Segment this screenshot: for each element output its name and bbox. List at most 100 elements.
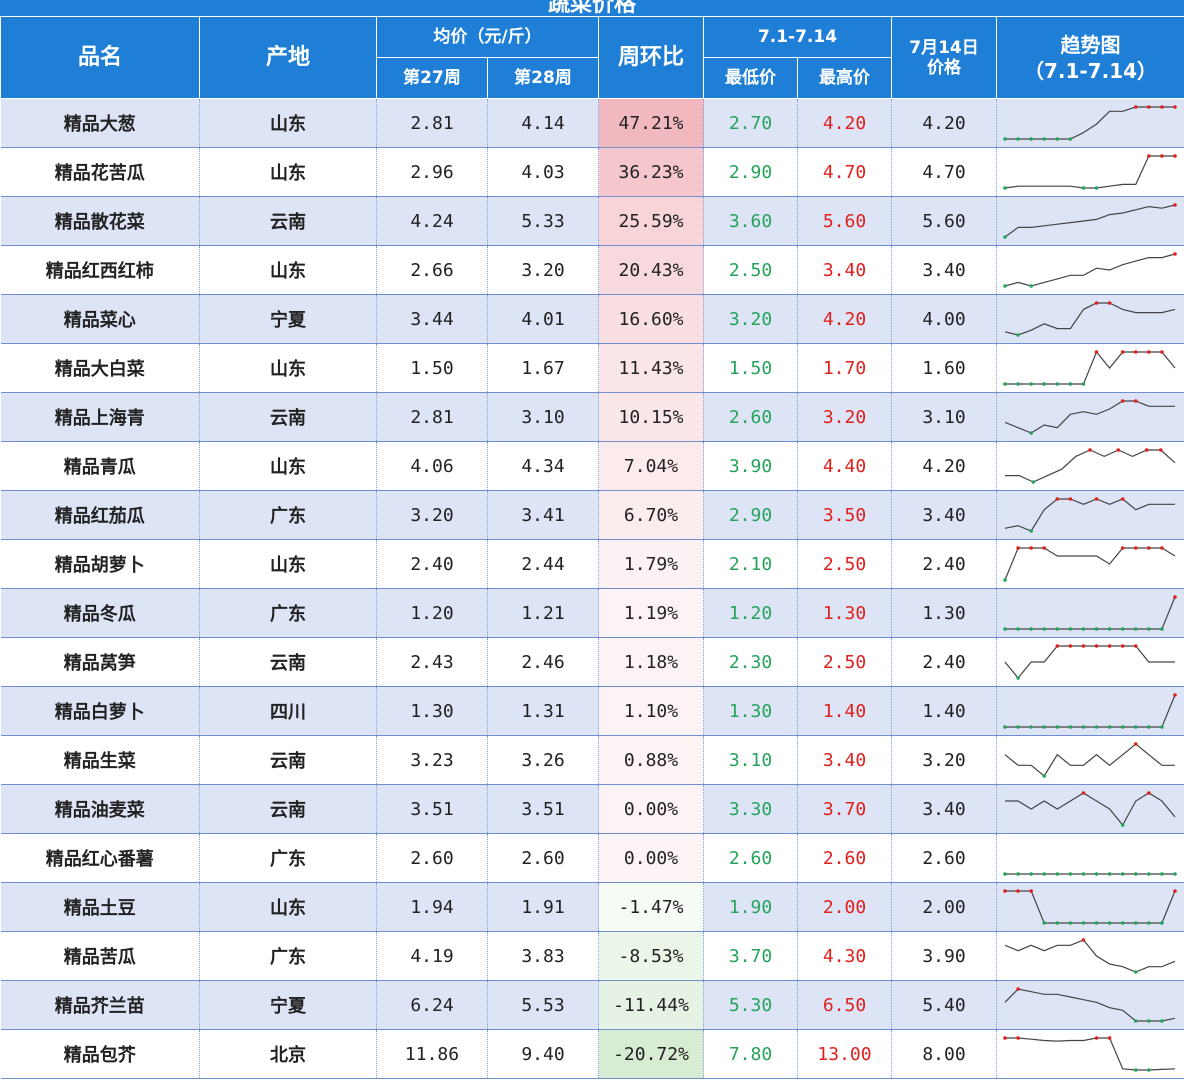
sparkline-max-point xyxy=(1120,350,1125,354)
sparkline-svg xyxy=(1003,203,1177,239)
cell-origin: 广东 xyxy=(199,931,377,981)
cell-origin: 云南 xyxy=(199,784,377,834)
sparkline-line xyxy=(1004,253,1176,287)
sparkline-min-point xyxy=(1042,774,1047,778)
cell-week28: 5.53 xyxy=(487,980,599,1030)
sparkline-min-point xyxy=(1160,872,1164,876)
cell-min: 3.60 xyxy=(703,196,798,246)
sparkline-max-point xyxy=(1147,154,1151,158)
cell-price: 4.70 xyxy=(891,147,997,197)
sparkline-min-point xyxy=(1055,921,1060,925)
table-row: 精品生菜 云南 3.23 3.26 0.88% 3.10 3.40 3.20 xyxy=(0,735,1184,785)
cell-price: 3.40 xyxy=(891,784,997,834)
cell-price: 3.90 xyxy=(891,931,997,981)
sparkline-min-point xyxy=(1133,970,1138,974)
sparkline-max-point xyxy=(1147,350,1151,354)
sparkline-max-point xyxy=(1173,252,1177,256)
sparkline-line xyxy=(1004,204,1176,238)
sparkline-min-point xyxy=(1133,627,1138,631)
sparkline-max-point xyxy=(1133,350,1138,354)
sparkline-max-point xyxy=(1147,105,1151,109)
cell-price: 4.00 xyxy=(891,294,997,344)
cell-min: 1.30 xyxy=(703,686,798,736)
sparkline-min-point xyxy=(1029,529,1033,533)
cell-origin: 云南 xyxy=(199,196,377,246)
sparkline-line xyxy=(1005,350,1176,385)
cell-wow: -8.53% xyxy=(598,931,704,981)
sparkline-min-point xyxy=(1081,872,1086,876)
trend-sparkline xyxy=(996,441,1184,491)
cell-week27: 3.20 xyxy=(376,490,488,540)
sparkline-min-point xyxy=(1120,872,1125,876)
sparkline-max-point xyxy=(1133,546,1138,550)
sparkline-min-point xyxy=(1029,284,1033,288)
sparkline-max-point xyxy=(1160,350,1164,354)
sparkline-line xyxy=(1005,596,1176,630)
sparkline-max-point xyxy=(1016,987,1020,991)
sparkline-max-point xyxy=(1029,546,1033,550)
header-range-group: 7.1-7.14 xyxy=(703,16,892,58)
cell-min: 3.90 xyxy=(703,441,798,491)
cell-max: 4.20 xyxy=(797,294,892,344)
trend-sparkline xyxy=(996,196,1184,246)
cell-week28: 3.26 xyxy=(487,735,599,785)
sparkline-min-point xyxy=(1055,382,1060,386)
cell-week27: 3.51 xyxy=(376,784,488,834)
sparkline-max-point xyxy=(1173,203,1177,207)
cell-week27: 11.86 xyxy=(376,1029,488,1079)
sparkline-svg xyxy=(1003,154,1177,190)
header-trend: 趋势图 （7.1-7.14） xyxy=(996,16,1184,99)
trend-sparkline xyxy=(996,1029,1184,1079)
trend-sparkline xyxy=(996,294,1184,344)
sparkline-svg xyxy=(1003,546,1176,582)
trend-sparkline xyxy=(996,784,1184,834)
header-avg-group: 均价（元/斤） xyxy=(376,16,599,58)
sparkline-min-point xyxy=(1081,725,1086,729)
sparkline-svg xyxy=(1003,693,1177,729)
sparkline-min-point xyxy=(1160,1019,1164,1023)
cell-name: 精品大葱 xyxy=(0,98,200,148)
sparkline-min-point xyxy=(1120,725,1125,729)
sparkline-max-point xyxy=(1094,301,1099,305)
table-row: 精品红茄瓜 广东 3.20 3.41 6.70% 2.90 3.50 3.40 xyxy=(0,490,1184,540)
sparkline-min-point xyxy=(1147,1068,1151,1072)
sparkline-line xyxy=(1004,988,1176,1022)
sparkline-max-point xyxy=(1094,644,1099,648)
trend-sparkline xyxy=(996,539,1184,589)
cell-name: 精品白萝卜 xyxy=(0,686,200,736)
sparkline-min-point xyxy=(1094,627,1099,631)
cell-name: 精品红茄瓜 xyxy=(0,490,200,540)
cell-week27: 3.23 xyxy=(376,735,488,785)
cell-week27: 1.50 xyxy=(376,343,488,393)
cell-origin: 广东 xyxy=(199,490,377,540)
table-row: 精品莴笋 云南 2.43 2.46 1.18% 2.30 2.50 2.40 xyxy=(0,637,1184,687)
cell-min: 3.30 xyxy=(703,784,798,834)
cell-name: 精品红西红柿 xyxy=(0,245,200,295)
cell-max: 4.20 xyxy=(797,98,892,148)
cell-min: 2.30 xyxy=(703,637,798,687)
sparkline-min-point xyxy=(1068,137,1073,141)
cell-max: 6.50 xyxy=(797,980,892,1030)
sparkline-min-point xyxy=(1003,872,1007,876)
trend-sparkline xyxy=(996,392,1184,442)
table-row: 精品散花菜 云南 4.24 5.33 25.59% 3.60 5.60 5.60 xyxy=(0,196,1184,246)
cell-week27: 2.60 xyxy=(376,833,488,883)
sparkline-min-point xyxy=(1042,627,1047,631)
sparkline-max-point xyxy=(1120,399,1125,403)
sparkline-line xyxy=(1004,498,1175,532)
trend-sparkline xyxy=(996,882,1184,932)
cell-name: 精品芥兰苗 xyxy=(0,980,200,1030)
cell-origin: 宁夏 xyxy=(199,980,377,1030)
sparkline-min-point xyxy=(1029,137,1033,141)
sparkline-max-point xyxy=(1081,938,1086,942)
cell-price: 2.40 xyxy=(891,539,997,589)
sparkline-max-point xyxy=(1055,644,1060,648)
cell-price: 3.20 xyxy=(891,735,997,785)
cell-wow: -20.72% xyxy=(598,1029,704,1079)
sparkline-line xyxy=(1004,400,1175,434)
trend-sparkline xyxy=(996,147,1184,197)
sparkline-svg xyxy=(1003,595,1177,631)
cell-max: 2.60 xyxy=(797,833,892,883)
cell-week28: 1.31 xyxy=(487,686,599,736)
cell-origin: 山东 xyxy=(199,441,377,491)
